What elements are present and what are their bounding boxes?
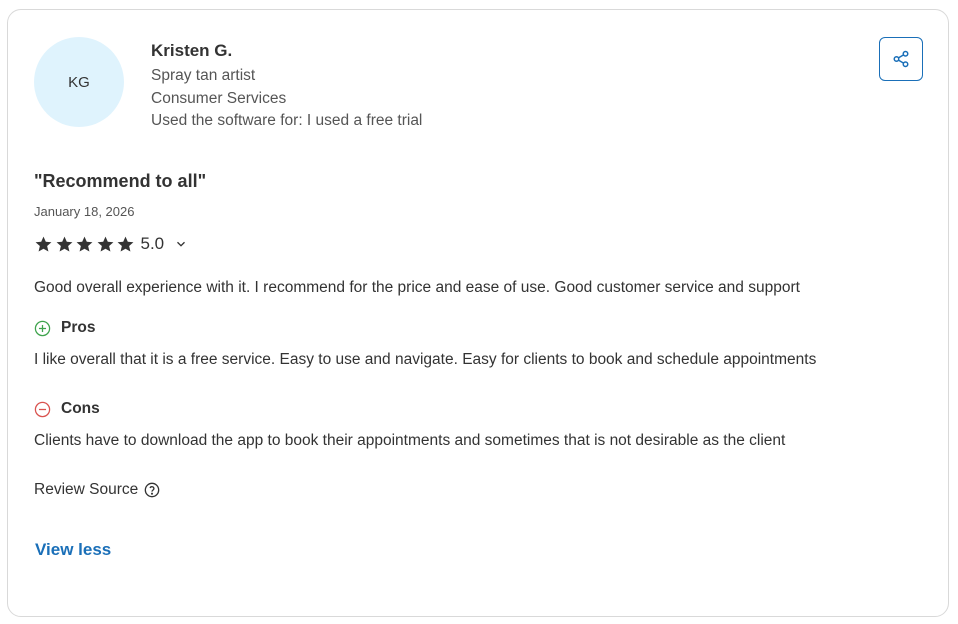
pros-label: Pros [61,319,96,336]
star-icon [97,236,113,252]
star-icon [76,236,93,252]
chevron-down-icon[interactable] [174,237,188,251]
cons-text: Clients have to download the app to book… [34,432,786,449]
pros-text: I like overall that it is a free service… [34,351,817,368]
share-icon [893,50,909,68]
reviewer-usage: Used the software for: I used a free tri… [151,112,423,129]
rating-value: 5.0 [140,234,165,253]
rating: 5.0 [34,233,188,255]
view-less-link[interactable]: View less [35,540,111,560]
star-icon [56,236,72,252]
plus-circle-icon [34,320,51,336]
review-date: January 18, 2026 [34,204,135,219]
reviewer-name: Kristen G. [151,41,233,60]
reviewer-role: Spray tan artist [151,67,256,84]
minus-circle-icon [34,401,51,417]
pros-heading: Pros [34,319,95,337]
cons-heading: Cons [34,400,100,418]
share-button[interactable] [879,37,923,81]
cons-label: Cons [61,400,100,417]
star-icon [117,236,134,252]
help-circle-icon[interactable] [144,482,160,498]
review-summary: Good overall experience with it. I recom… [34,279,800,296]
star-icon [35,236,52,252]
review-card: KG Kristen G. Spray tan artist Consumer … [7,9,949,617]
avatar: KG [34,37,124,127]
reviewer-industry: Consumer Services [151,90,287,107]
review-title: "Recommend to all" [34,171,207,191]
review-source-label: Review Source [34,481,139,498]
avatar-initials: KG [68,73,90,91]
review-source[interactable]: Review Source [34,481,160,499]
